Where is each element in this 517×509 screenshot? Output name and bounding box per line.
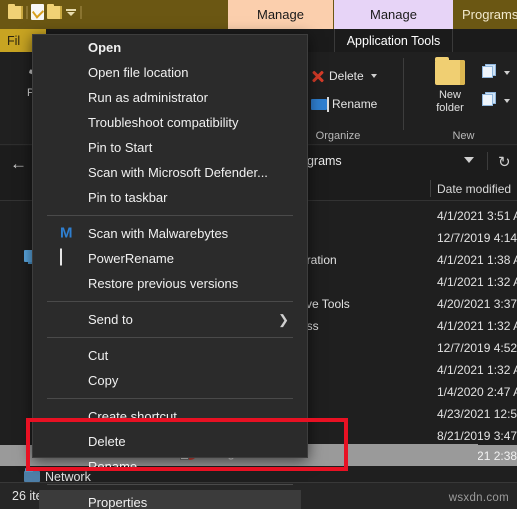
chevron-down-icon[interactable] xyxy=(464,157,474,163)
file-date: 4/1/2021 1:38 A xyxy=(437,252,517,267)
menu-item-label: Rename xyxy=(88,459,138,474)
menu-item-label: Send to xyxy=(88,312,133,327)
new-folder-label-line2: folder xyxy=(436,102,464,114)
menu-item-label: Pin to Start xyxy=(88,140,153,155)
folder-icon[interactable] xyxy=(8,3,23,19)
menu-item-label: Restore previous versions xyxy=(88,276,239,291)
menu-item-label: Open file location xyxy=(88,65,189,80)
menu-item-cut[interactable]: Cut xyxy=(33,343,307,368)
rename-button[interactable]: Rename xyxy=(311,96,378,112)
file-date: 4/1/2021 1:32 A xyxy=(437,274,517,289)
rename-label: Rename xyxy=(332,97,378,111)
menu-separator xyxy=(47,398,293,399)
menu-item-label: Copy xyxy=(88,373,119,388)
chevron-down-icon[interactable] xyxy=(370,74,377,78)
rename-icon xyxy=(311,96,329,112)
menu-item-label: Scan with Malwarebytes xyxy=(88,226,229,241)
delete-label: Delete xyxy=(329,69,364,83)
menu-item-label: PowerRename xyxy=(88,251,174,266)
menu-item-powerrename[interactable]: PowerRename xyxy=(33,246,307,271)
menu-item-open-file-location[interactable]: Open file location xyxy=(33,60,307,85)
contextual-tab-manage-2[interactable]: Manage xyxy=(334,0,453,29)
refresh-button[interactable]: ↻ xyxy=(498,153,511,171)
new-folder-label-line1: New xyxy=(438,89,461,101)
menu-item-label: Troubleshoot compatibility xyxy=(88,115,239,130)
context-menu: Open Open file location Run as administr… xyxy=(32,34,308,509)
new-item-icon[interactable] xyxy=(482,64,497,78)
menu-item-rename[interactable]: Rename xyxy=(33,454,307,479)
contextual-tab-manage-1[interactable]: Manage xyxy=(228,0,333,29)
chevron-down-icon[interactable] xyxy=(504,71,510,75)
delete-button[interactable]: Delete xyxy=(311,69,377,83)
menu-item-troubleshoot-compatibility[interactable]: Troubleshoot compatibility xyxy=(33,110,307,135)
menu-item-label: Run as administrator xyxy=(88,90,208,105)
new-folder-button[interactable]: New folder xyxy=(422,57,478,115)
file-date: 4/20/2021 3:37 xyxy=(437,296,517,311)
file-date: 4/23/2021 12:54 xyxy=(437,406,517,421)
file-date: 8/21/2019 3:47 xyxy=(437,428,517,443)
menu-item-copy[interactable]: Copy xyxy=(33,368,307,393)
ribbon-group-new: New folder New xyxy=(410,52,517,145)
file-date: 12/7/2019 4:14 xyxy=(437,230,517,245)
menu-item-label: Delete xyxy=(88,434,126,449)
easy-access-icon[interactable] xyxy=(482,92,497,106)
menu-separator xyxy=(47,301,293,302)
file-date: 4/1/2021 1:32 A xyxy=(437,362,517,377)
menu-item-open[interactable]: Open xyxy=(33,35,307,60)
file-date: 4/1/2021 1:32 A xyxy=(437,318,517,333)
watermark: wsxdn.com xyxy=(448,492,509,504)
menu-item-run-as-administrator[interactable]: Run as administrator xyxy=(33,85,307,110)
ribbon-group-label-new: New xyxy=(452,130,475,142)
file-date: 4/1/2021 3:51 A xyxy=(437,208,517,223)
back-button[interactable]: ← xyxy=(10,154,27,174)
folder-icon[interactable] xyxy=(47,3,62,19)
menu-item-properties[interactable]: Properties xyxy=(39,490,301,509)
tab-application-tools[interactable]: Application Tools xyxy=(334,29,453,52)
properties-doc-icon[interactable] xyxy=(31,4,44,20)
quick-access-toolbar xyxy=(8,3,82,20)
menu-item-label: Open xyxy=(88,40,122,55)
toolbar-divider xyxy=(80,5,82,19)
menu-item-send-to[interactable]: Send to ❯ xyxy=(33,307,307,332)
toolbar-divider xyxy=(26,5,28,19)
ribbon-divider xyxy=(403,58,404,130)
delete-x-icon xyxy=(311,70,324,83)
address-divider xyxy=(487,152,488,170)
file-explorer-window: Manage Manage Programs Fil ls Applicatio… xyxy=(0,0,517,509)
tab-programs[interactable]: Programs xyxy=(462,0,517,29)
menu-item-label: Cut xyxy=(88,348,109,363)
menu-separator xyxy=(47,337,293,338)
menu-item-label: Pin to taskbar xyxy=(88,190,168,205)
menu-item-delete[interactable]: Delete xyxy=(33,429,307,454)
column-header-date-modified[interactable]: Date modified xyxy=(437,182,511,196)
menu-item-label: Create shortcut xyxy=(88,409,177,424)
menu-item-label: Scan with Microsoft Defender... xyxy=(88,165,268,180)
chevron-down-icon[interactable] xyxy=(504,99,510,103)
file-date: 12/7/2019 4:52 xyxy=(437,340,517,355)
chevron-right-icon: ❯ xyxy=(278,311,289,327)
malwarebytes-icon: M xyxy=(60,224,73,241)
menu-item-label: Properties xyxy=(88,495,148,509)
menu-separator xyxy=(47,215,293,216)
menu-item-scan-with-malwarebytes[interactable]: M Scan with Malwarebytes xyxy=(33,221,307,246)
menu-item-restore-previous-versions[interactable]: Restore previous versions xyxy=(33,271,307,296)
file-date: 1/4/2020 2:47 A xyxy=(437,384,517,399)
menu-item-pin-to-start[interactable]: Pin to Start xyxy=(33,135,307,160)
customize-caret-icon[interactable] xyxy=(65,8,77,16)
menu-item-pin-to-taskbar[interactable]: Pin to taskbar xyxy=(33,185,307,210)
menu-item-create-shortcut[interactable]: Create shortcut xyxy=(33,404,307,429)
menu-item-scan-with-microsoft-defender[interactable]: Scan with Microsoft Defender... xyxy=(33,160,307,185)
new-folder-icon xyxy=(435,57,465,85)
menu-separator xyxy=(47,484,293,485)
column-divider xyxy=(430,180,431,197)
